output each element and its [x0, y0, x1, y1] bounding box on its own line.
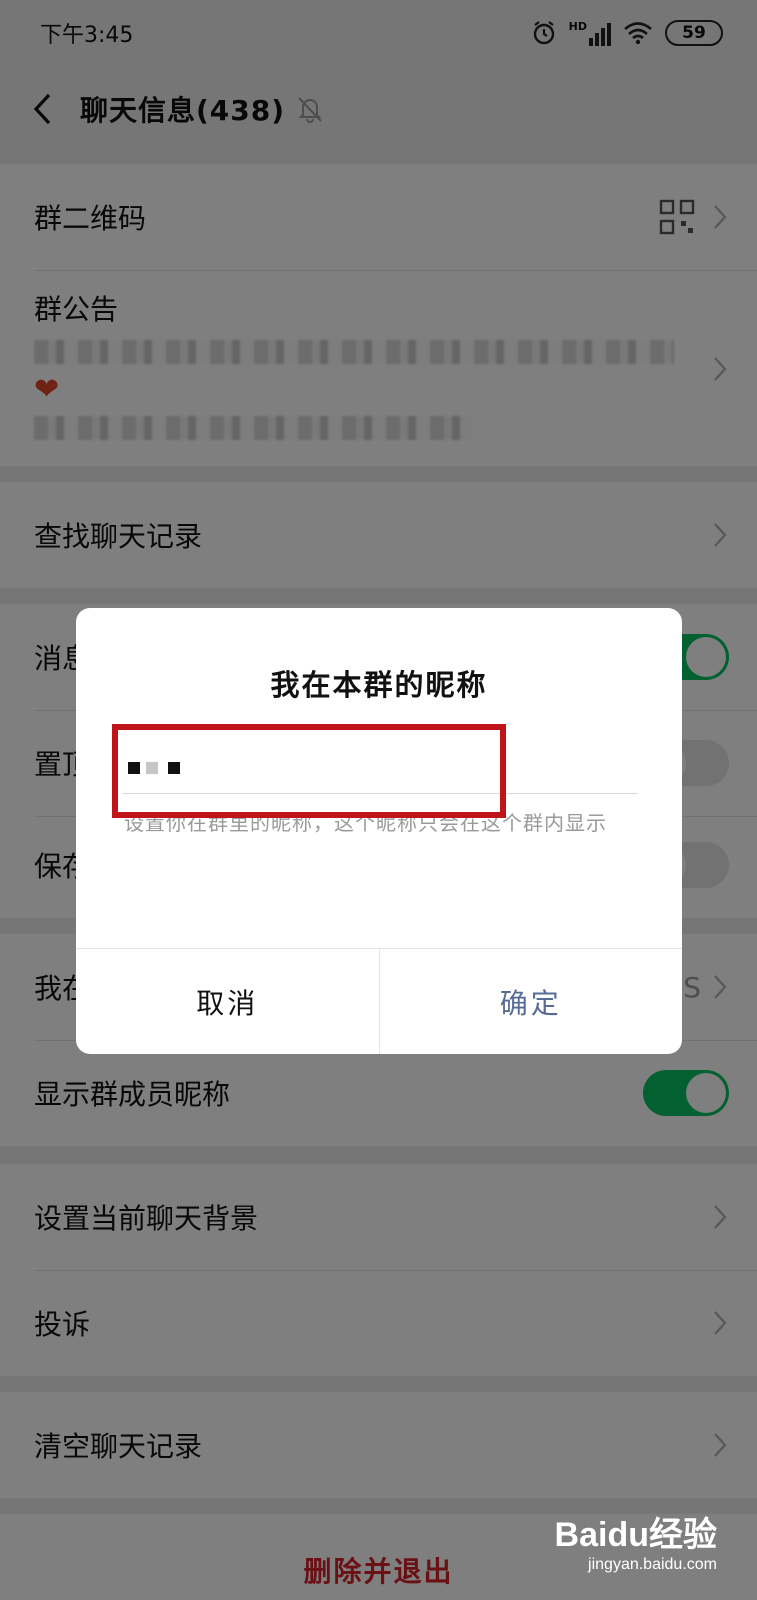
confirm-button[interactable]: 确定 — [378, 949, 683, 1054]
dialog-title: 我在本群的昵称 — [270, 668, 488, 702]
watermark-url: jingyan.baidu.com — [588, 1556, 717, 1573]
nickname-dialog: 我在本群的昵称 设置你在群里的昵称，这个昵称只会在这个群内显示 取消 确定 — [76, 608, 682, 1054]
annotation-highlight-box — [112, 724, 506, 818]
watermark-logo: Baidu经验 — [554, 1516, 717, 1554]
baidu-jingyan-watermark: Baidu经验 jingyan.baidu.com — [555, 1507, 717, 1574]
dialog-buttons: 取消 确定 — [76, 948, 682, 1054]
cancel-button[interactable]: 取消 — [76, 949, 379, 1054]
